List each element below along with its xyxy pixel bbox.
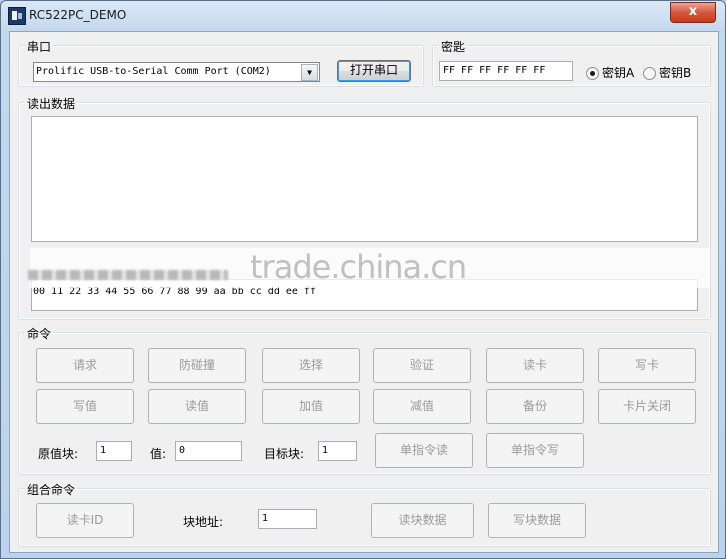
- serial-legend: 串口: [25, 38, 54, 55]
- window-title: RC522PC_DEMO: [29, 8, 127, 22]
- combo-commands-legend: 组合命令: [25, 481, 78, 498]
- main-window: RC522PC_DEMO x 串口 Prolific USB-to-Serial…: [0, 0, 726, 559]
- read-value-button[interactable]: 读值: [148, 389, 246, 424]
- blurred-text: [28, 270, 228, 280]
- anticollision-button[interactable]: 防碰撞: [148, 348, 246, 383]
- block-address-input[interactable]: 1: [258, 509, 317, 529]
- chevron-down-icon[interactable]: ▼: [301, 64, 318, 81]
- write-block-button[interactable]: 写块数据: [488, 503, 586, 538]
- commands-group: 命令 请求 防碰撞 选择 验证 读卡 写卡 写值 读值 加值 减值 备份 卡片关…: [18, 325, 711, 475]
- request-button[interactable]: 请求: [36, 348, 134, 383]
- verify-button[interactable]: 验证: [373, 348, 471, 383]
- watermark-text: trade.china.cn: [250, 248, 467, 286]
- value-label: 值:: [150, 447, 167, 461]
- value-input[interactable]: 0: [175, 441, 242, 461]
- read-id-button[interactable]: 读卡ID: [36, 503, 134, 538]
- single-read-button[interactable]: 单指令读: [375, 433, 473, 468]
- client-area: 串口 Prolific USB-to-Serial Comm Port (COM…: [9, 31, 719, 553]
- key-b-radio[interactable]: [643, 67, 656, 80]
- original-block-input[interactable]: 1: [96, 441, 132, 461]
- serial-port-select[interactable]: Prolific USB-to-Serial Comm Port (COM2) …: [33, 62, 320, 82]
- key-legend: 密匙: [439, 38, 468, 55]
- decrement-button[interactable]: 减值: [373, 389, 471, 424]
- halt-card-button[interactable]: 卡片关闭: [598, 389, 696, 424]
- commands-legend: 命令: [25, 325, 54, 342]
- readout-legend: 读出数据: [25, 95, 78, 112]
- key-input[interactable]: FF FF FF FF FF FF: [439, 61, 573, 81]
- open-port-button[interactable]: 打开串口: [337, 60, 411, 82]
- key-group: 密匙 FF FF FF FF FF FF 密钥A 密钥B: [432, 38, 711, 87]
- key-a-radio[interactable]: [586, 67, 599, 80]
- read-block-button[interactable]: 读块数据: [371, 503, 474, 538]
- write-value-button[interactable]: 写值: [36, 389, 134, 424]
- increment-button[interactable]: 加值: [262, 389, 360, 424]
- block-address-label: 块地址:: [183, 515, 224, 529]
- backup-button[interactable]: 备份: [486, 389, 584, 424]
- key-a-label[interactable]: 密钥A: [602, 64, 634, 81]
- app-icon: [8, 7, 26, 25]
- close-button[interactable]: x: [670, 2, 716, 23]
- write-card-button[interactable]: 写卡: [598, 348, 696, 383]
- title-bar[interactable]: RC522PC_DEMO x: [1, 1, 725, 31]
- select-button[interactable]: 选择: [262, 348, 360, 383]
- target-block-label: 目标块:: [264, 447, 305, 461]
- serial-group: 串口 Prolific USB-to-Serial Comm Port (COM…: [18, 38, 424, 87]
- combo-commands-group: 组合命令 读卡ID 块地址: 1 读块数据 写块数据: [18, 481, 711, 547]
- serial-port-value: Prolific USB-to-Serial Comm Port (COM2): [36, 66, 271, 77]
- key-b-label[interactable]: 密钥B: [659, 64, 691, 81]
- target-block-input[interactable]: 1: [318, 441, 357, 461]
- readout-textarea[interactable]: [31, 116, 698, 242]
- read-card-button[interactable]: 读卡: [486, 348, 584, 383]
- original-block-label: 原值块:: [38, 447, 79, 461]
- single-write-button[interactable]: 单指令写: [486, 433, 584, 468]
